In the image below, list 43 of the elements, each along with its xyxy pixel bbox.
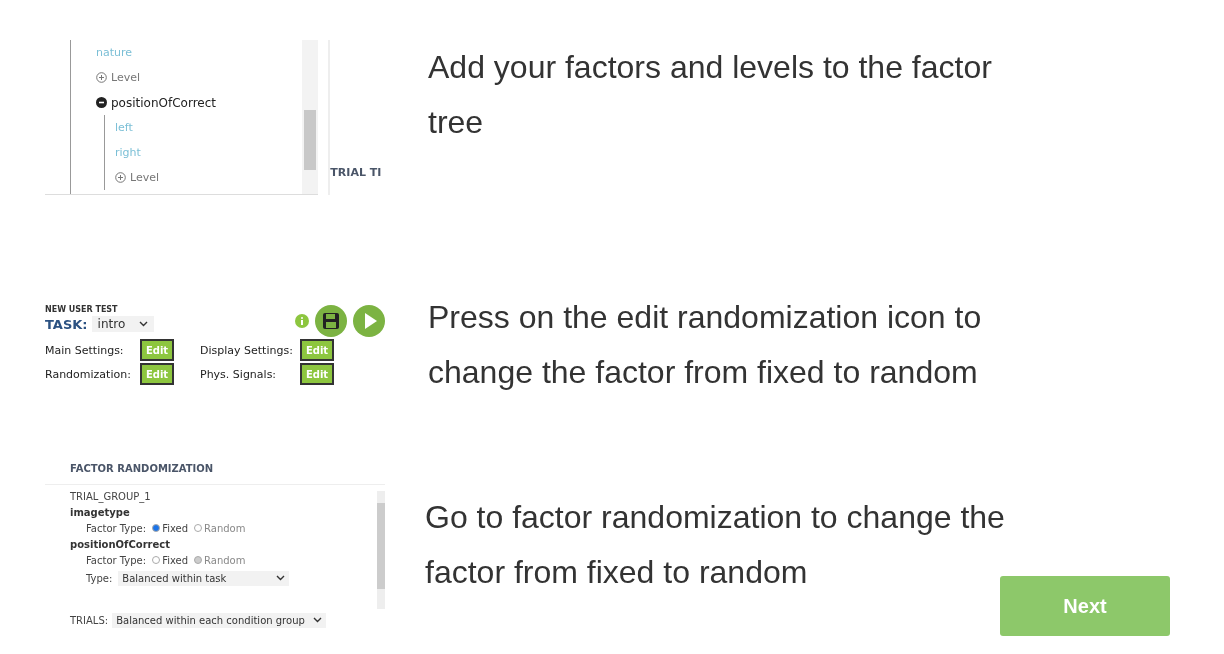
instruction-text: Add your factors and levels to the factor tree <box>428 48 993 142</box>
trials-select[interactable]: Balanced within each condition group <box>112 612 326 628</box>
edit-button[interactable]: Edit <box>140 339 174 361</box>
setting-label: Randomization: <box>45 367 132 381</box>
edit-button[interactable]: Edit <box>300 339 334 361</box>
factor-name: positionOfCorrect <box>70 538 172 550</box>
factor-name: imagetype <box>70 506 131 518</box>
tree-node-label[interactable]: Level <box>111 71 141 84</box>
scrollbar[interactable] <box>377 490 385 609</box>
radio-option[interactable]: Fixed <box>152 522 189 534</box>
group-name: TRIAL_GROUP_1 <box>70 490 152 502</box>
chevron-down-icon <box>139 321 149 327</box>
type-select[interactable]: Balanced within task <box>118 570 290 586</box>
section-heading: TRIAL TI <box>330 166 382 179</box>
field-label: Factor Type: <box>86 554 147 566</box>
instruction-text: Press on the edit randomization icon to change the factor from fixed to random <box>428 298 983 392</box>
tree-node-label[interactable]: Level <box>130 171 160 184</box>
tree-node-label[interactable]: positionOfCorrect <box>111 95 216 110</box>
field-label: Factor Type: <box>86 522 147 534</box>
chevron-down-icon <box>276 575 286 581</box>
setting-label: Display Settings: <box>200 343 294 357</box>
scrollbar[interactable] <box>302 40 319 194</box>
plus-circle-icon[interactable] <box>96 72 107 83</box>
setting-label: Main Settings: <box>45 343 125 357</box>
save-icon[interactable] <box>315 305 347 337</box>
task-label: TASK: <box>45 316 88 332</box>
task-select[interactable]: intro <box>91 316 155 332</box>
plus-circle-icon[interactable] <box>115 172 126 183</box>
tree-node-label[interactable]: right <box>115 146 141 159</box>
experiment-title: NEW USER TEST <box>45 305 119 314</box>
next-button[interactable]: Next <box>1000 576 1170 636</box>
tree-node-label[interactable]: left <box>115 121 133 134</box>
radio-option[interactable]: Fixed <box>152 554 189 566</box>
field-label: Type: <box>86 572 113 584</box>
chevron-down-icon <box>312 617 322 623</box>
panel-title: FACTOR RANDOMIZATION <box>45 462 385 485</box>
field-label: TRIALS: <box>70 614 109 626</box>
tree-node-label[interactable]: nature <box>96 46 133 59</box>
edit-button[interactable]: Edit <box>300 363 334 385</box>
edit-button[interactable]: Edit <box>140 363 174 385</box>
minus-circle-icon[interactable] <box>96 97 107 108</box>
setting-label: Phys. Signals: <box>200 367 278 381</box>
play-icon[interactable] <box>353 305 385 337</box>
